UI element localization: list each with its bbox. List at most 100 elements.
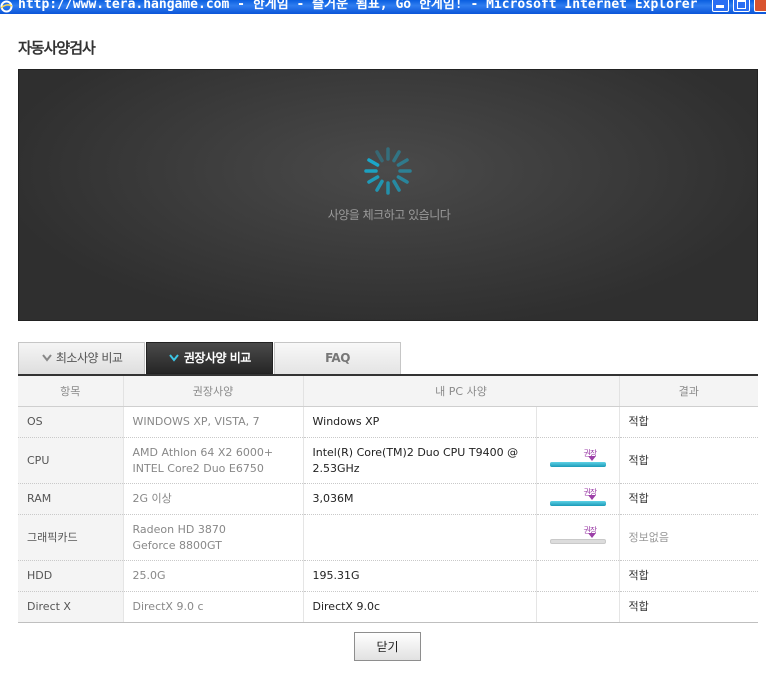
required-line: DirectX 9.0 c (132, 600, 204, 613)
tab-minimum-spec[interactable]: 최소사양 비교 (18, 342, 145, 374)
page-title: 자동사양검사 (18, 39, 96, 57)
header-result: 결과 (619, 375, 759, 407)
spinner-tick (367, 175, 380, 184)
row-required: 25.0G (123, 560, 304, 592)
spinner-tick (375, 179, 384, 192)
row-item-label: 그래픽카드 (27, 530, 78, 544)
gauge-marker-icon (587, 494, 596, 500)
spec-gauge: 권장 (549, 447, 606, 469)
spinner-tick (392, 179, 401, 192)
mine-line: Windows XP (312, 415, 380, 428)
row-required: WINDOWS XP, VISTA, 7 (123, 406, 304, 438)
row-item-label: CPU (27, 453, 50, 467)
row-gauge (536, 560, 620, 592)
row-item-label: Direct X (27, 600, 71, 613)
row-item: 그래픽카드 (18, 514, 124, 561)
table-row: 그래픽카드 Radeon HD 3870 Geforce 8800GT 권장 정보없음 (18, 514, 759, 561)
maximize-icon (737, 0, 746, 9)
required-line: INTEL Core2 Duo E6750 (132, 461, 264, 475)
header-item: 항목 (18, 375, 124, 407)
row-item: OS (18, 406, 124, 438)
row-result: 적합 (619, 483, 759, 515)
spec-comparison-table: 항목 권장사양 내 PC 사양 결과 OS WINDOWS XP, VISTA, … (18, 374, 759, 623)
required-line: Geforce 8800GT (132, 538, 222, 552)
gauge-marker-icon (587, 456, 596, 461)
table-row: CPU AMD Athlon 64 X2 6000+ INTEL Core2 Duo… (18, 437, 759, 484)
required-line: Radeon HD 3870 (132, 522, 226, 536)
table-row: OS WINDOWS XP, VISTA, 7 Windows XP 적합 (18, 406, 759, 438)
row-result: 적합 (619, 437, 759, 484)
header-mine: 내 PC 사양 (303, 375, 620, 407)
required-line: AMD Athlon 64 X2 6000+ (132, 445, 274, 459)
row-mine: Windows XP (303, 406, 537, 438)
row-gauge: 권장 (536, 483, 620, 515)
close-window-button[interactable] (754, 0, 766, 12)
table-row: Direct X DirectX 9.0 c DirectX 9.0c 적합 (18, 591, 759, 623)
row-mine: 195.31G (303, 560, 537, 592)
row-required: DirectX 9.0 c (123, 591, 304, 623)
row-result: 적합 (619, 591, 759, 623)
result-label: 정보없음 (628, 530, 669, 544)
row-item: RAM (18, 483, 124, 515)
maximize-button[interactable] (733, 0, 750, 12)
chevron-down-icon (168, 343, 180, 373)
spinner-tick (396, 175, 409, 184)
table-row: HDD 25.0G 195.31G 적합 (18, 560, 759, 592)
row-item-label: HDD (27, 569, 53, 582)
chevron-down-icon (41, 343, 53, 373)
result-label: 적합 (628, 600, 649, 613)
tab-label: 최소사양 비교 (55, 351, 123, 365)
row-result: 정보없음 (619, 514, 759, 561)
required-line: WINDOWS XP, VISTA, 7 (132, 415, 260, 428)
gauge-fill (549, 500, 606, 506)
result-label: 적합 (628, 453, 649, 467)
loading-spinner-icon (364, 147, 412, 195)
row-required: 2G 이상 (123, 483, 304, 515)
row-gauge: 권장 (536, 514, 620, 561)
tab-faq[interactable]: FAQ (274, 342, 401, 374)
spec-gauge: 권장 (549, 524, 606, 546)
spinner-tick (392, 150, 401, 163)
row-gauge: 권장 (536, 437, 620, 484)
window-titlebar: http://www.tera.hangame.com - 한게임 - 즐거운 … (0, 0, 766, 14)
status-text: 사양을 체크하고 있습니다 (327, 208, 451, 222)
gauge-fill (549, 462, 606, 467)
header-required: 권장사양 (123, 375, 304, 407)
mine-line: 2.53GHz (312, 461, 360, 475)
gauge-track (549, 539, 606, 544)
required-line: 2G 이상 (132, 492, 172, 505)
close-button[interactable]: 닫기 (354, 632, 421, 661)
tab-recommended-spec[interactable]: 권장사양 비교 (146, 342, 273, 374)
row-item: HDD (18, 560, 124, 592)
row-mine: DirectX 9.0c (303, 591, 537, 623)
tab-label: 권장사양 비교 (183, 351, 251, 365)
row-result: 적합 (619, 560, 759, 592)
row-mine: Intel(R) Core(TM)2 Duo CPU T9400 @ 2.53GH… (303, 437, 537, 484)
minimize-button[interactable] (712, 0, 729, 12)
spinner-tick (375, 150, 384, 163)
row-mine (303, 514, 537, 561)
mine-line: 195.31G (312, 569, 360, 582)
row-mine: 3,036M (303, 483, 537, 515)
row-gauge (536, 406, 620, 438)
mine-line: 3,036M (312, 492, 354, 505)
result-label: 적합 (628, 492, 649, 505)
status-panel: 사양을 체크하고 있습니다 (18, 69, 758, 321)
gauge-marker-icon (587, 533, 596, 538)
row-item: CPU (18, 437, 124, 484)
ie-logo-icon (0, 0, 13, 13)
row-required: Radeon HD 3870 Geforce 8800GT (123, 514, 304, 561)
result-label: 적합 (628, 415, 649, 428)
row-item-label: OS (27, 415, 43, 428)
window-title: http://www.tera.hangame.com - 한게임 - 즐거운 … (18, 0, 698, 12)
row-result: 적합 (619, 406, 759, 438)
row-item: Direct X (18, 591, 124, 623)
mine-line: DirectX 9.0c (312, 600, 381, 613)
row-item-label: RAM (27, 492, 52, 505)
mine-line: Intel(R) Core(TM)2 Duo CPU T9400 @ (312, 445, 519, 459)
minimize-icon (716, 5, 724, 8)
result-label: 적합 (628, 569, 649, 582)
required-line: 25.0G (132, 569, 166, 582)
row-required: AMD Athlon 64 X2 6000+ INTEL Core2 Duo E6… (123, 437, 304, 484)
table-row: RAM 2G 이상 3,036M 권장 적합 (18, 483, 759, 515)
